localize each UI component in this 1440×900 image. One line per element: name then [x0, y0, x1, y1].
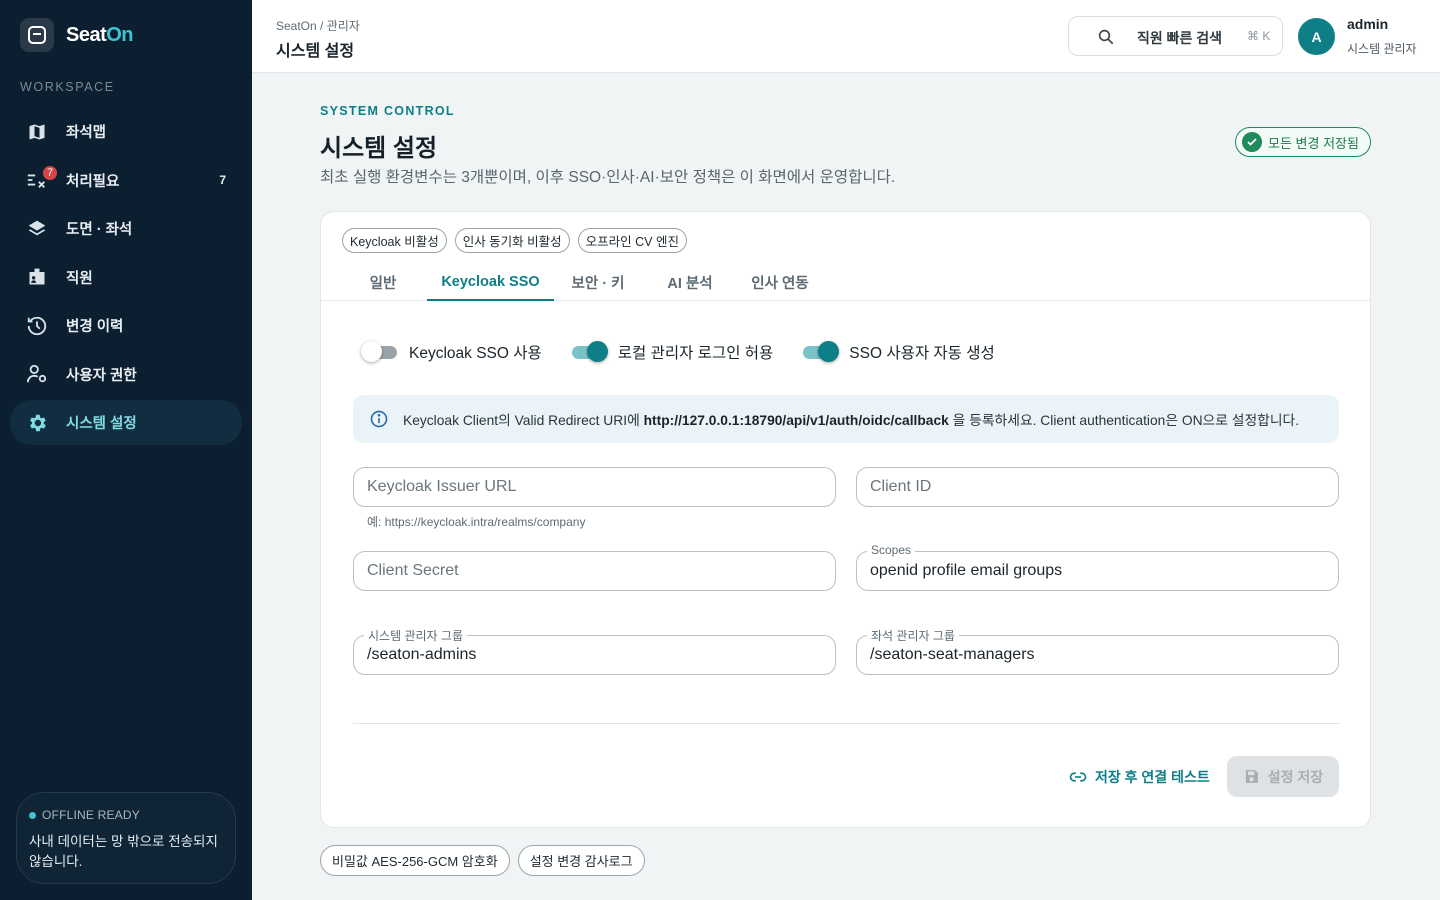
redirect-uri-info: Keycloak Client의 Valid Redirect URI에 htt… [353, 395, 1339, 443]
saved-status-text: 모든 변경 저장됨 [1268, 135, 1359, 151]
workspace-section-label: WORKSPACE [20, 80, 115, 94]
search-shortcut: ⌘ K [1247, 29, 1271, 43]
keycloak-sso-toggle[interactable]: Keycloak SSO 사용 [361, 340, 542, 364]
toggle-label: Keycloak SSO 사용 [409, 345, 542, 362]
encryption-chip: 비밀값 AES-256-GCM 암호화 [320, 845, 510, 876]
id-badge-icon [26, 266, 48, 288]
sidebar-item-floorplan[interactable]: 도면 · 좌석 [10, 206, 242, 251]
scopes-input[interactable] [870, 552, 1325, 590]
search-icon [1097, 28, 1115, 51]
sidebar-item-label: 직원 [66, 270, 93, 287]
sidebar-item-seat-map[interactable]: 좌석맵 [10, 109, 242, 154]
check-circle-icon [1242, 132, 1262, 152]
status-chips: Keycloak 비활성 인사 동기화 비활성 오프라인 CV 엔진 [342, 228, 687, 253]
pending-count: 7 [219, 173, 226, 187]
save-settings-label: 설정 저장 [1267, 768, 1324, 785]
local-admin-login-toggle[interactable]: 로컬 관리자 로그인 허용 [570, 340, 774, 364]
sidebar-item-label: 도면 · 좌석 [66, 222, 133, 238]
seat-manager-group-field[interactable]: 좌석 관리자 그룹 [856, 627, 1339, 675]
tab-general[interactable]: 일반 [358, 264, 408, 301]
save-settings-button[interactable]: 설정 저장 [1227, 756, 1339, 797]
save-and-test-label: 저장 후 연결 테스트 [1095, 769, 1210, 785]
page-title: 시스템 설정 [320, 135, 438, 162]
page-description: 최초 실행 환경변수는 3개뿐이며, 이후 SSO·인사·AI·보안 정책은 이… [320, 169, 896, 186]
toggle-label: 로컬 관리자 로그인 허용 [617, 345, 774, 362]
brand-name: SeatOn [66, 23, 134, 46]
admin-group-input[interactable] [367, 636, 822, 674]
breadcrumb: SeatOn / 관리자 [276, 19, 360, 33]
client-id-field[interactable] [856, 467, 1339, 507]
brand[interactable]: SeatOn [20, 18, 134, 52]
toggle-switch[interactable] [361, 340, 399, 364]
sidebar: SeatOn WORKSPACE 좌석맵 7 처리필요 7 도면 · 좌석 직원… [0, 0, 252, 900]
status-chip: Keycloak 비활성 [342, 228, 447, 253]
toggle-switch[interactable] [801, 340, 840, 364]
offline-ready-card: OFFLINE READY 사내 데이터는 망 밖으로 전송되지 않습니다. [16, 792, 236, 884]
audit-log-chip: 설정 변경 감사로그 [517, 845, 645, 876]
saved-status-badge: 모든 변경 저장됨 [1235, 127, 1371, 157]
user-name: admin [1347, 16, 1389, 32]
page-eyebrow: SYSTEM CONTROL [320, 104, 455, 118]
avatar[interactable]: A [1298, 18, 1335, 55]
issuer-url-helper: 예: https://keycloak.intra/realms/company [367, 515, 586, 529]
sidebar-item-label: 사용자 권한 [66, 367, 137, 384]
user-role: 시스템 관리자 [1347, 42, 1417, 56]
gear-icon [26, 412, 48, 434]
admin-group-field[interactable]: 시스템 관리자 그룹 [353, 627, 836, 675]
sidebar-item-settings[interactable]: 시스템 설정 [10, 400, 242, 445]
sidebar-item-label: 좌석맵 [66, 125, 107, 141]
sidebar-item-history[interactable]: 변경 이력 [10, 303, 242, 348]
save-icon [1243, 768, 1260, 785]
map-icon [26, 121, 48, 143]
tab-keycloak-sso[interactable]: Keycloak SSO [427, 264, 554, 301]
brand-logo-icon [20, 18, 54, 52]
offline-text: 사내 데이터는 망 밖으로 전송되지 않습니다. [29, 834, 218, 869]
sso-auto-create-toggle[interactable]: SSO 사용자 자동 생성 [801, 340, 995, 364]
sidebar-item-label: 시스템 설정 [66, 416, 137, 432]
offline-title: OFFLINE READY [42, 808, 140, 822]
sidebar-item-label: 변경 이력 [66, 319, 124, 335]
client-id-input[interactable] [870, 468, 1325, 506]
seat-manager-group-input[interactable] [870, 636, 1325, 674]
settings-card: Keycloak 비활성 인사 동기화 비활성 오프라인 CV 엔진 일반 Ke… [320, 211, 1371, 828]
issuer-url-input[interactable] [367, 468, 822, 506]
footer-chips: 비밀값 AES-256-GCM 암호화 설정 변경 감사로그 [320, 845, 645, 876]
tab-ai-analysis[interactable]: AI 분석 [655, 264, 725, 301]
top-header: SeatOn / 관리자 시스템 설정 직원 빠른 검색 ⌘ K A admin… [252, 0, 1440, 73]
client-secret-field[interactable] [353, 551, 836, 591]
toggle-label: SSO 사용자 자동 생성 [849, 345, 995, 362]
redirect-uri: http://127.0.0.1:18790/api/v1/auth/oidc/… [643, 413, 949, 428]
status-dot-icon [29, 811, 36, 819]
sidebar-item-label: 처리필요 [66, 173, 120, 190]
toggle-switch[interactable] [570, 340, 608, 364]
status-chip: 오프라인 CV 엔진 [577, 228, 687, 253]
issuer-url-field[interactable] [353, 467, 836, 507]
status-chip: 인사 동기화 비활성 [454, 228, 570, 253]
divider [353, 723, 1339, 724]
layers-icon [26, 218, 48, 240]
history-icon [26, 315, 48, 337]
user-cog-icon [26, 363, 48, 385]
sidebar-item-permissions[interactable]: 사용자 권한 [10, 352, 242, 397]
search-label: 직원 빠른 검색 [1137, 30, 1223, 46]
client-secret-input[interactable] [367, 552, 822, 590]
info-icon [369, 409, 389, 429]
save-and-test-button[interactable]: 저장 후 연결 테스트 [1069, 767, 1210, 787]
search-button[interactable]: 직원 빠른 검색 ⌘ K [1068, 16, 1283, 56]
sidebar-nav: 좌석맵 7 처리필요 7 도면 · 좌석 직원 변경 이력 사용자 권한 시스템… [10, 109, 242, 449]
pending-badge: 7 [41, 163, 59, 182]
scopes-field[interactable]: Scopes [856, 543, 1339, 591]
toggle-row: Keycloak SSO 사용 로컬 관리자 로그인 허용 SSO 사용자 자동… [361, 340, 1023, 364]
header-title: 시스템 설정 [276, 43, 355, 60]
sidebar-item-employees[interactable]: 직원 [10, 255, 242, 300]
tab-hr-integration[interactable]: 인사 연동 [741, 264, 819, 301]
info-text: Keycloak Client의 Valid Redirect URI에 htt… [403, 413, 1300, 428]
settings-tabs: 일반 Keycloak SSO 보안 · 키 AI 분석 인사 연동 [321, 264, 1370, 301]
sidebar-item-pending[interactable]: 7 처리필요 7 [10, 158, 242, 203]
tab-security-keys[interactable]: 보안 · 키 [563, 264, 633, 301]
link-icon [1069, 768, 1087, 786]
